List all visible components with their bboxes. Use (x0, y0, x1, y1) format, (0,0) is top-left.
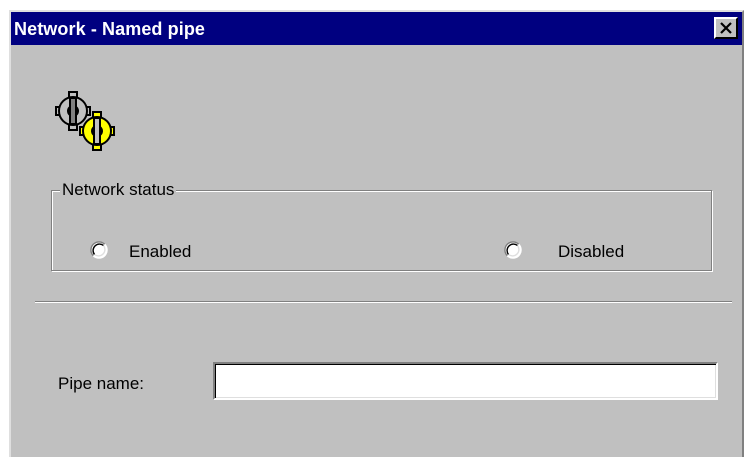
group-legend: Network status (60, 180, 177, 200)
title-bar[interactable]: Network - Named pipe (11, 12, 742, 45)
separator (35, 301, 732, 303)
window-title: Network - Named pipe (14, 19, 206, 39)
pipe-name-input[interactable] (213, 362, 718, 400)
radio-disabled-label[interactable]: Disabled (558, 242, 624, 262)
radio-enabled-label[interactable]: Enabled (129, 242, 191, 262)
radio-disabled[interactable] (504, 241, 522, 259)
dialog-window: Network - Named pipe Network status Enab… (9, 10, 744, 457)
radio-enabled[interactable] (90, 241, 108, 259)
close-button[interactable] (714, 17, 738, 39)
gears-icon (55, 91, 115, 151)
close-icon (720, 22, 732, 34)
network-status-group: Network status Enabled Disabled (51, 180, 712, 271)
pipe-name-label: Pipe name: (58, 374, 144, 393)
